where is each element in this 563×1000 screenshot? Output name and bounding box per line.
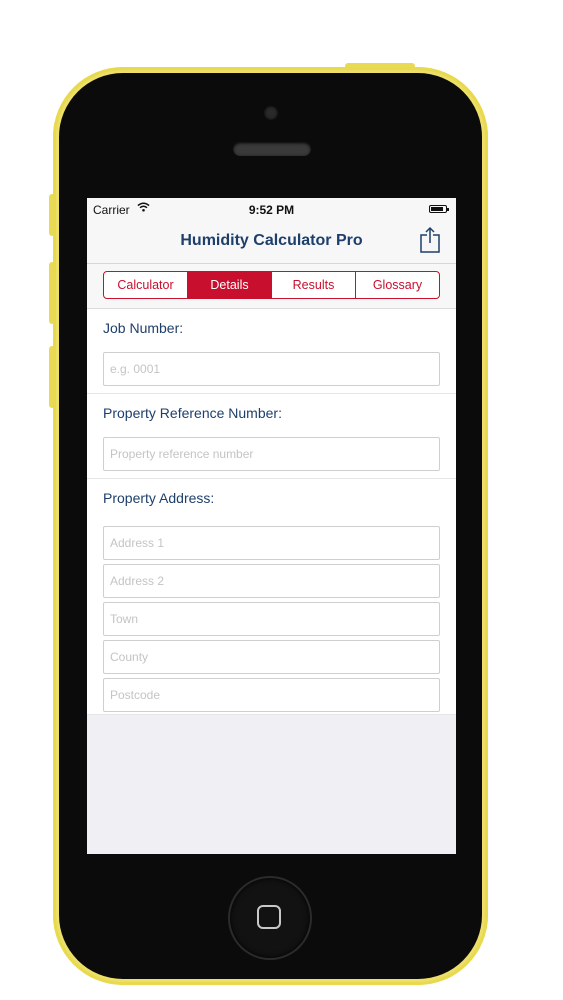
property-reference-section: Property Reference Number:: [87, 394, 456, 479]
job-number-label: Job Number:: [103, 320, 184, 336]
job-number-section: Job Number:: [87, 309, 456, 394]
tab-details[interactable]: Details: [187, 272, 271, 298]
address-1-input[interactable]: [103, 526, 440, 560]
battery-icon: [429, 205, 449, 213]
status-bar: Carrier 9:52 PM: [87, 198, 456, 220]
app-screen: Carrier 9:52 PM Humidity Calculator Pro …: [87, 198, 456, 854]
tab-results[interactable]: Results: [271, 272, 355, 298]
segmented-control: Calculator Details Results Glossary: [103, 271, 440, 299]
home-button[interactable]: [230, 878, 310, 958]
home-square-icon: [257, 905, 281, 929]
town-input[interactable]: [103, 602, 440, 636]
property-reference-input[interactable]: [103, 437, 440, 471]
front-camera: [264, 106, 278, 120]
county-input[interactable]: [103, 640, 440, 674]
navigation-bar: Humidity Calculator Pro: [87, 220, 456, 264]
details-form: Job Number: Property Reference Number: P…: [87, 309, 456, 715]
property-address-section: Property Address:: [87, 479, 456, 715]
share-icon[interactable]: [418, 226, 442, 254]
status-time: 9:52 PM: [248, 203, 295, 217]
property-address-label: Property Address:: [103, 490, 215, 506]
earpiece-speaker: [233, 142, 311, 156]
property-reference-label: Property Reference Number:: [103, 405, 282, 421]
job-number-input[interactable]: [103, 352, 440, 386]
tab-calculator[interactable]: Calculator: [104, 272, 187, 298]
address-2-input[interactable]: [103, 564, 440, 598]
tab-glossary[interactable]: Glossary: [355, 272, 439, 298]
tab-bar: Calculator Details Results Glossary: [87, 264, 456, 309]
page-title: Humidity Calculator Pro: [180, 232, 363, 249]
postcode-input[interactable]: [103, 678, 440, 712]
